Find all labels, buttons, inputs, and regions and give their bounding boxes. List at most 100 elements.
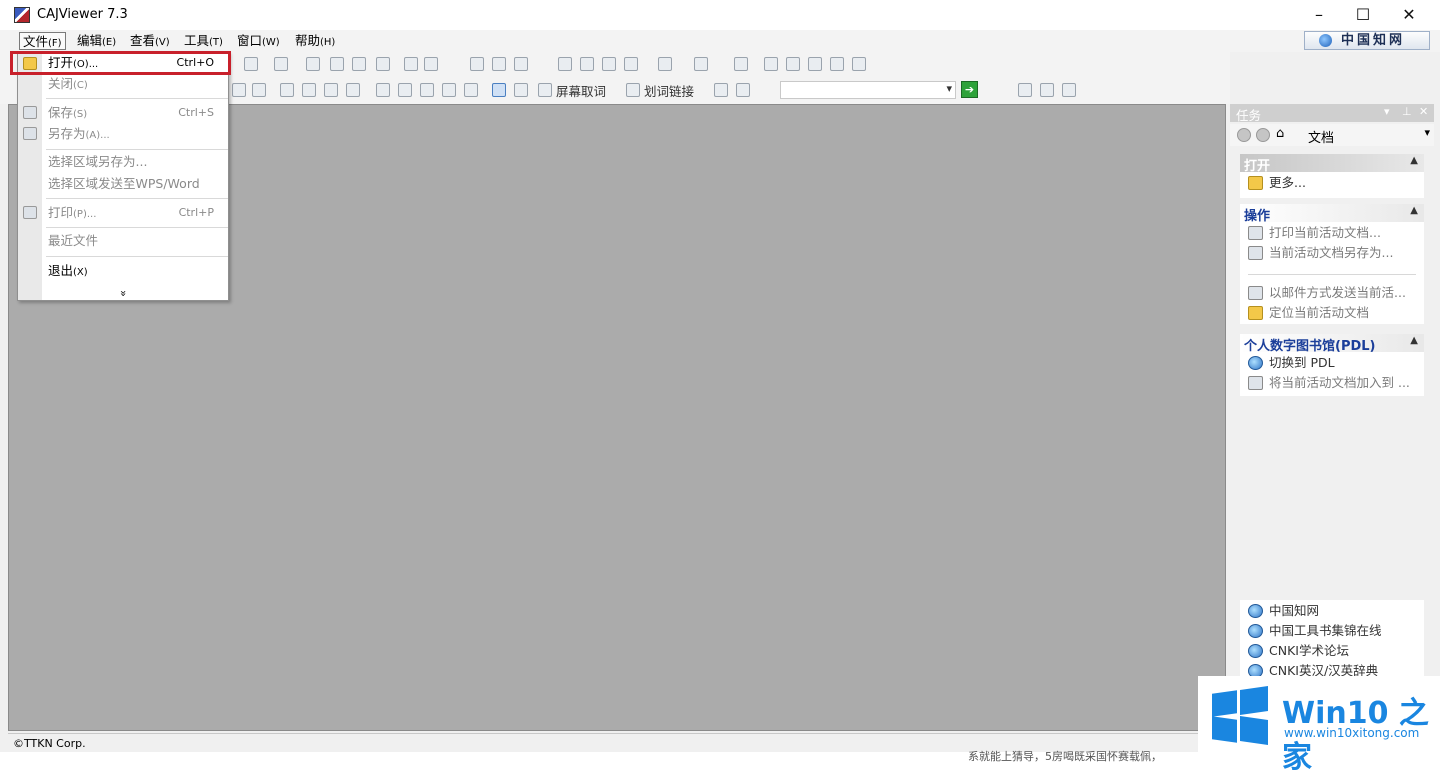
- cnki-brand-button[interactable]: 中国知网: [1304, 31, 1430, 50]
- save-active-doc-as-link[interactable]: 当前活动文档另存为...: [1248, 244, 1393, 262]
- underline-icon[interactable]: [420, 83, 434, 97]
- music-icon[interactable]: [346, 83, 360, 97]
- send-selection-label: 选择区域发送至WPS/Word: [48, 176, 200, 191]
- web-link-forum-label: CNKI学术论坛: [1269, 643, 1349, 658]
- actual-size-icon[interactable]: [764, 57, 778, 71]
- section-operations-header[interactable]: 操作 ▲: [1240, 204, 1424, 224]
- undo-icon[interactable]: [492, 57, 506, 71]
- home-icon[interactable]: ⌂: [1276, 127, 1290, 141]
- image-icon[interactable]: [302, 83, 316, 97]
- forward-icon[interactable]: [424, 57, 438, 71]
- web-link-forum[interactable]: CNKI学术论坛: [1248, 642, 1349, 660]
- find-icon[interactable]: [470, 57, 484, 71]
- menu-tools-key: (T): [209, 37, 223, 48]
- section-pdl-header[interactable]: 个人数字图书馆(PDL) ▲: [1240, 334, 1424, 354]
- ocr-icon[interactable]: [324, 83, 338, 97]
- fit-width-icon[interactable]: [808, 57, 822, 71]
- collapse-icon[interactable]: ▲: [1410, 155, 1418, 166]
- word-link-button[interactable]: 划词链接: [644, 81, 694, 100]
- web-link-reference-books[interactable]: 中国工具书集锦在线: [1248, 622, 1382, 640]
- print-icon: [23, 206, 37, 219]
- redo-icon[interactable]: [244, 57, 258, 71]
- prev-page-icon[interactable]: [330, 57, 344, 71]
- note-icon[interactable]: [492, 83, 506, 97]
- file-menu-print[interactable]: 打印(P)... Ctrl+P: [48, 203, 224, 223]
- play-icon[interactable]: [714, 83, 728, 97]
- address-combobox[interactable]: [780, 81, 956, 99]
- switch-to-pdl-link[interactable]: 切换到 PDL: [1248, 354, 1335, 372]
- hand-tool-icon[interactable]: [694, 57, 708, 71]
- back-nav-icon[interactable]: [1237, 128, 1251, 142]
- forward-nav-icon[interactable]: [1256, 128, 1270, 142]
- menu-window[interactable]: 窗口(W): [234, 32, 283, 50]
- file-menu-recent[interactable]: 最近文件: [48, 231, 224, 251]
- select-dropdown-icon[interactable]: [658, 57, 672, 71]
- last-page-icon[interactable]: [376, 57, 390, 71]
- file-menu-save[interactable]: 保存(S) Ctrl+S: [48, 103, 224, 123]
- chevron-down-icon[interactable]: ▾: [1424, 126, 1430, 139]
- minimize-button[interactable]: –: [1296, 0, 1342, 30]
- about-icon[interactable]: [1040, 83, 1054, 97]
- menu-view[interactable]: 查看(V): [127, 32, 173, 50]
- save-shortcut: Ctrl+S: [178, 106, 214, 119]
- fullscreen-icon[interactable]: [734, 57, 748, 71]
- close-button[interactable]: ✕: [1386, 0, 1432, 30]
- screen-capture-icon[interactable]: [538, 83, 552, 97]
- help-icon[interactable]: [1018, 83, 1032, 97]
- collapse-icon[interactable]: ▲: [1410, 335, 1418, 346]
- fit-page-icon[interactable]: [786, 57, 800, 71]
- ellipse-icon[interactable]: [252, 83, 266, 97]
- pane-menu-icon[interactable]: ▾: [1384, 105, 1390, 118]
- first-page-icon[interactable]: [306, 57, 320, 71]
- pen-icon[interactable]: [280, 83, 294, 97]
- file-menu-save-selection[interactable]: 选择区域另存为...: [48, 152, 224, 172]
- expand-menu-icon[interactable]: »: [117, 290, 130, 297]
- collapse-icon[interactable]: ▲: [1410, 205, 1418, 216]
- font-icon[interactable]: [398, 83, 412, 97]
- pane-close-icon[interactable]: ✕: [1419, 105, 1428, 118]
- pause-icon[interactable]: [736, 83, 750, 97]
- rotate-icon[interactable]: [274, 57, 288, 71]
- menu-file[interactable]: 文件(F): [19, 32, 66, 50]
- web-link-cnki[interactable]: 中国知网: [1248, 602, 1319, 620]
- file-menu-save-as[interactable]: 另存为(A)...: [48, 124, 224, 144]
- file-menu-send-selection-wps[interactable]: 选择区域发送至WPS/Word: [48, 174, 224, 194]
- continuous-facing-icon[interactable]: [624, 57, 638, 71]
- word-link-icon[interactable]: [626, 83, 640, 97]
- menu-tools[interactable]: 工具(T): [181, 32, 226, 50]
- highlight-text-icon[interactable]: [376, 83, 390, 97]
- rect-select-icon[interactable]: [232, 83, 246, 97]
- email-active-doc-link[interactable]: 以邮件方式发送当前活...: [1248, 284, 1406, 302]
- locate-active-doc-link[interactable]: 定位当前活动文档: [1248, 304, 1369, 322]
- screen-capture-button[interactable]: 屏幕取词: [556, 81, 606, 100]
- zoom-in-icon[interactable]: [852, 57, 866, 71]
- task-pane-selector[interactable]: 文档: [1308, 127, 1334, 146]
- file-menu-close[interactable]: 关闭(C): [48, 74, 224, 94]
- facing-page-icon[interactable]: [602, 57, 616, 71]
- print-active-doc-link[interactable]: 打印当前活动文档...: [1248, 224, 1381, 242]
- pin-icon[interactable]: ⊥: [1402, 105, 1412, 118]
- update-icon[interactable]: [1062, 83, 1076, 97]
- go-arrow-icon[interactable]: ➔: [961, 81, 978, 98]
- print-shortcut: Ctrl+P: [178, 206, 214, 219]
- section-open-header[interactable]: 打开 ▲: [1240, 154, 1424, 174]
- menu-tools-label: 工具: [184, 33, 210, 48]
- link-icon[interactable]: [514, 83, 528, 97]
- menu-help[interactable]: 帮助(H): [292, 32, 338, 50]
- continuous-page-icon[interactable]: [580, 57, 594, 71]
- single-page-icon[interactable]: [558, 57, 572, 71]
- section-operations: 操作 ▲ 打印当前活动文档... 当前活动文档另存为... 以邮件方式发送当前活…: [1240, 204, 1424, 324]
- stamp-icon[interactable]: [464, 83, 478, 97]
- file-menu-exit[interactable]: 退出(X): [48, 261, 224, 281]
- open-more-link[interactable]: 更多...: [1248, 174, 1306, 192]
- task-pane-title: 任务: [1236, 108, 1262, 123]
- redo-arrow-icon[interactable]: [514, 57, 528, 71]
- next-page-icon[interactable]: [352, 57, 366, 71]
- add-doc-to-pdl-link[interactable]: 将当前活动文档加入到 ...: [1248, 374, 1410, 392]
- maximize-button[interactable]: ☐: [1340, 0, 1386, 30]
- globe-icon: [1319, 34, 1332, 47]
- back-icon[interactable]: [404, 57, 418, 71]
- menu-edit[interactable]: 编辑(E): [74, 32, 119, 50]
- anchor-icon[interactable]: [442, 83, 456, 97]
- zoom-out-icon[interactable]: [830, 57, 844, 71]
